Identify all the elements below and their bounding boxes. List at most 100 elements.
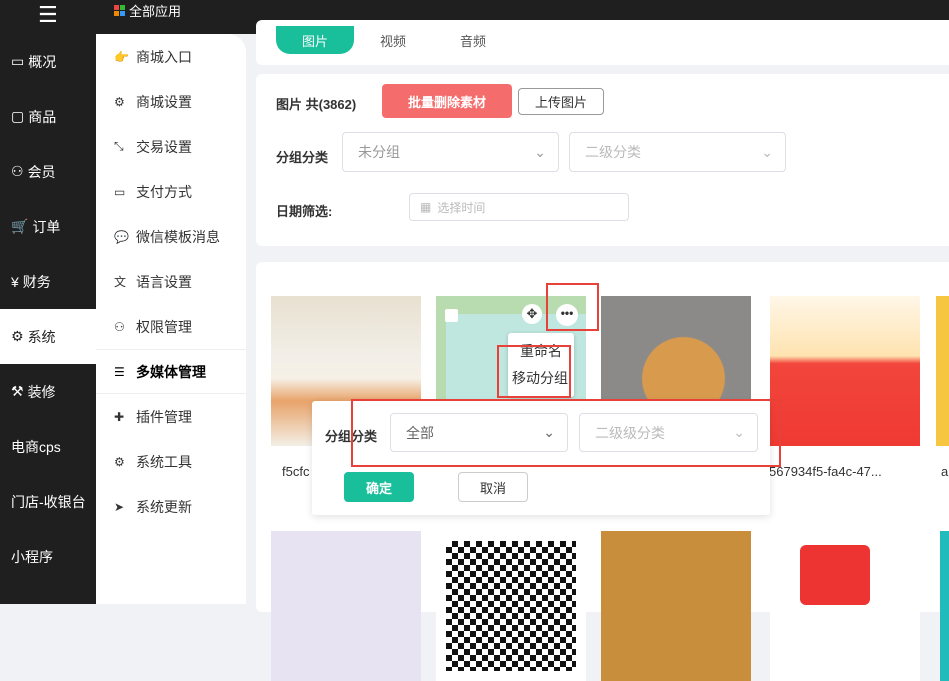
highlight-move-group [497, 345, 571, 398]
submenu-item-label: 商城入口 [136, 48, 192, 65]
submenu-item-label: 系统更新 [136, 498, 192, 515]
image-thumb[interactable] [601, 531, 751, 681]
submenu-item[interactable]: 👉 商城入口 [96, 34, 246, 79]
batch-delete-button[interactable]: 批量删除素材 [382, 84, 512, 118]
image-name: 567934f5-fa4c-47... [769, 464, 882, 479]
sidebar-item[interactable]: ⚇ 会员 [0, 144, 96, 199]
submenu-icon: ☰ [114, 364, 125, 379]
submenu-icon: ⚙ [114, 94, 125, 109]
group-select[interactable]: 未分组 ⌄ [342, 132, 559, 172]
sidebar-item-label: 订单 [32, 218, 61, 235]
date-picker[interactable]: ▦ 选择时间 [409, 193, 629, 221]
submenu-item[interactable]: ⚙ 商城设置 [96, 79, 246, 124]
select-checkbox[interactable] [445, 309, 458, 322]
sidebar-item-label: 财务 [22, 273, 51, 290]
image-thumb[interactable] [770, 296, 920, 446]
image-count: 图片 共(3862) [276, 97, 357, 112]
tab-images[interactable]: 图片 [276, 26, 354, 54]
subgroup-placeholder: 二级分类 [585, 144, 641, 160]
image-name: f5cfc [282, 464, 310, 479]
filter-card: 图片 共(3862) 批量删除素材 上传图片 分组分类 未分组 ⌄ 二级分类 ⌄ 日… [256, 74, 949, 246]
tabs-card: 图片 视频 音频 [256, 20, 949, 65]
all-apps-link[interactable]: 全部应用 [114, 1, 181, 20]
submenu-icon: ⚇ [114, 319, 125, 334]
sidebar-item-label: 会员 [27, 163, 56, 180]
submenu-item[interactable]: 💬 微信模板消息 [96, 214, 246, 259]
sidebar-item[interactable]: ▢ 商品 [0, 89, 96, 144]
submenu-item-label: 支付方式 [136, 183, 192, 200]
submenu-icon: 💬 [114, 229, 129, 244]
submenu-item-label: 多媒体管理 [136, 363, 206, 380]
chart-icon: ▭ [11, 53, 25, 69]
apps-icon [114, 5, 125, 16]
tab-audio[interactable]: 音频 [448, 28, 498, 52]
submenu-item[interactable]: ⚙ 系统工具 [96, 439, 246, 484]
tab-video[interactable]: 视频 [368, 28, 418, 52]
submenu-item-label: 交易设置 [136, 138, 192, 155]
move-icon[interactable]: ✥ [522, 304, 542, 324]
chevron-down-icon: ⌄ [761, 143, 773, 160]
upload-button[interactable]: 上传图片 [518, 88, 604, 115]
sidebar-item-label: 小程序 [11, 548, 53, 565]
submenu-item-label: 权限管理 [136, 318, 192, 335]
sidebar-item-label: 商品 [28, 108, 57, 125]
submenu-item[interactable]: ☰ 多媒体管理 [96, 349, 246, 394]
group-label: 分组分类 [276, 150, 329, 165]
cart-icon: 🛒 [11, 218, 29, 234]
date-label: 日期筛选: [276, 204, 333, 219]
sidebar-item[interactable]: 🛒 订单 [0, 199, 96, 254]
sidebar-item-label: 装修 [27, 383, 56, 400]
image-thumb[interactable] [770, 531, 920, 681]
submenu-item-label: 商城设置 [136, 93, 192, 110]
sidebar-item[interactable]: 小程序 [0, 529, 96, 584]
calendar-icon: ▦ [420, 200, 432, 214]
submenu-icon: ✚ [114, 409, 125, 424]
sidebar-item[interactable]: 门店-收银台 [0, 474, 96, 529]
brush-icon: ⚒ [11, 383, 24, 399]
submenu-item-label: 系统工具 [136, 453, 192, 470]
users-icon: ⚇ [11, 163, 24, 179]
submenu-item-label: 插件管理 [136, 408, 192, 425]
sidebar-item-label: 概况 [28, 53, 57, 70]
submenu-icon: ➤ [114, 499, 125, 514]
submenu-icon: ⚙ [114, 454, 125, 469]
image-thumb[interactable] [936, 296, 949, 446]
subgroup-select[interactable]: 二级分类 ⌄ [569, 132, 786, 172]
submenu-item[interactable]: ⚇ 权限管理 [96, 304, 246, 349]
image-thumb[interactable] [271, 531, 421, 681]
submenu-icon: ▭ [114, 184, 126, 199]
sidebar-item-label: 门店-收银台 [11, 493, 86, 510]
sidebar-item[interactable]: 电商cps [0, 419, 96, 474]
confirm-button[interactable]: 确定 [344, 472, 414, 502]
submenu-icon: ⤡ [114, 139, 124, 153]
group-value: 未分组 [358, 144, 400, 160]
submenu-item-label: 语言设置 [136, 273, 192, 290]
submenu-item[interactable]: ➤ 系统更新 [96, 484, 246, 529]
sidebar-item-label: 系统 [27, 328, 56, 345]
menu-icon[interactable]: ☰ [38, 2, 58, 28]
highlight-dialog-selects [351, 399, 781, 467]
sub-menu: 👉 商城入口 ⚙ 商城设置 ⤡ 交易设置 ▭ 支付方式 💬 微信模板消息文语言设置 ⚇ 权限管理 ☰ 多媒… [96, 34, 246, 604]
sidebar-item[interactable]: ⚒ 装修 [0, 364, 96, 419]
sidebar-item[interactable]: ⚙ 系统 [0, 309, 96, 364]
sidebar-item[interactable]: ¥ 财务 [0, 254, 96, 309]
submenu-item[interactable]: ✚ 插件管理 [96, 394, 246, 439]
gear-icon: ⚙ [11, 328, 24, 344]
submenu-item[interactable]: ⤡ 交易设置 [96, 124, 246, 169]
date-placeholder: 选择时间 [437, 200, 486, 215]
shop-icon: ▢ [11, 108, 25, 124]
chevron-down-icon: ⌄ [534, 143, 546, 160]
submenu-icon: 👉 [114, 49, 129, 64]
image-thumb[interactable] [436, 531, 586, 681]
submenu-item-label: 微信模板消息 [136, 228, 220, 245]
submenu-item[interactable]: 文语言设置 [96, 259, 246, 304]
all-apps-label: 全部应用 [129, 4, 182, 19]
image-name: a [941, 464, 949, 479]
finance-icon: ¥ [11, 273, 19, 290]
main-sidebar: ▭ 概况 ▢ 商品 ⚇ 会员 🛒 订单 ¥ 财务 ⚙ 系统 ⚒ 装修 电商cps 门店-收银台 小程序 [0, 34, 96, 604]
submenu-item[interactable]: ▭ 支付方式 [96, 169, 246, 214]
cancel-button[interactable]: 取消 [458, 472, 528, 502]
sidebar-item[interactable]: ▭ 概况 [0, 34, 96, 89]
submenu-icon: 文 [114, 275, 127, 289]
sidebar-item-label: 电商cps [11, 438, 61, 455]
